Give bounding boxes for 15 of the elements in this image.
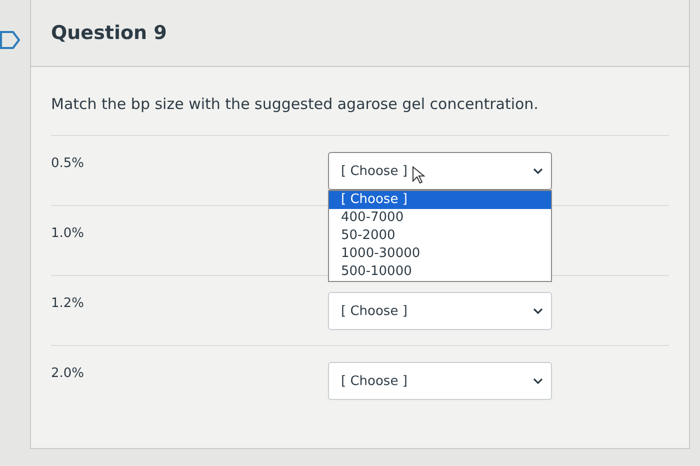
row-label: 0.5%	[51, 155, 84, 171]
dropdown-option[interactable]: [ Choose ]	[329, 191, 551, 209]
chevron-down-icon	[533, 378, 543, 384]
row-label: 1.0%	[51, 225, 84, 241]
row-label: 2.0%	[51, 365, 84, 381]
chevron-down-icon	[533, 308, 543, 314]
bookmark-icon[interactable]	[0, 30, 20, 50]
answer-select[interactable]: [ Choose ]	[328, 292, 552, 330]
question-prompt: Match the bp size with the suggested agarose gel concentration.	[51, 95, 540, 113]
row-label: 1.2%	[51, 295, 84, 311]
cursor-icon	[412, 166, 426, 184]
answer-select[interactable]: [ Choose ]	[328, 152, 552, 190]
chevron-down-icon	[533, 168, 543, 174]
answer-select[interactable]: [ Choose ]	[328, 362, 552, 400]
question-title: Question 9	[51, 22, 167, 44]
